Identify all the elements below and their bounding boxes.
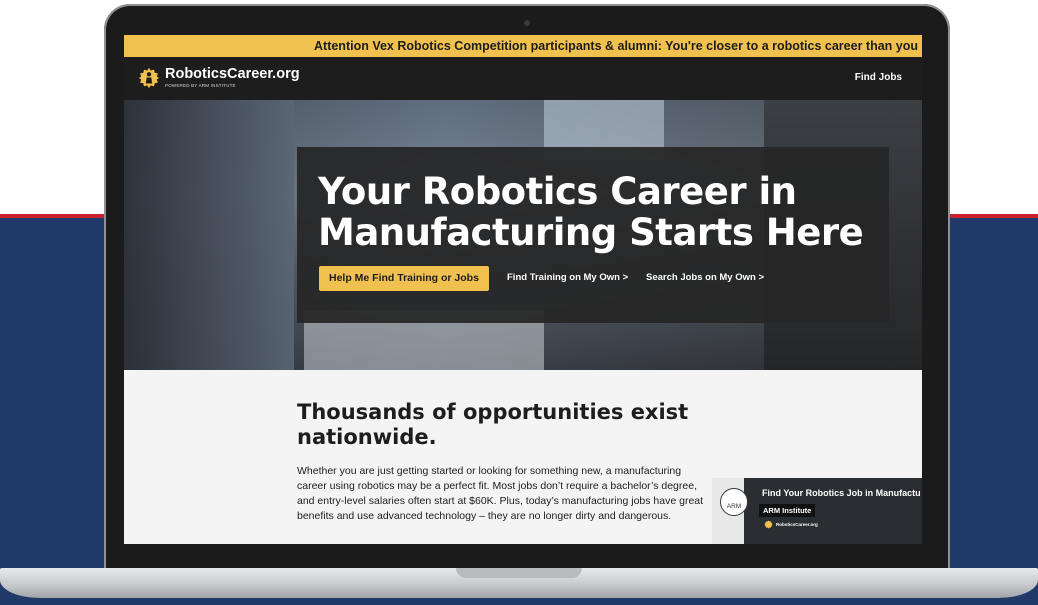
hero-title-line-1: Your Robotics Career in bbox=[318, 170, 797, 213]
video-channel[interactable]: ARM Institute bbox=[759, 504, 816, 517]
video-title[interactable]: Find Your Robotics Job in Manufactu bbox=[762, 488, 921, 498]
section-paragraph: Whether you are just getting started or … bbox=[297, 465, 704, 522]
section-heading: Thousands of opportunities exist nationw… bbox=[297, 400, 689, 449]
site-logo[interactable]: RoboticsCareer.org POWERED BY ARM INSTIT… bbox=[138, 67, 300, 89]
brand-tagline: POWERED BY ARM INSTITUTE bbox=[165, 83, 236, 88]
video-thumb-brand-name: RoboticsCareer.org bbox=[776, 522, 818, 527]
intro-section: Thousands of opportunities exist nationw… bbox=[124, 370, 922, 544]
brand-name: RoboticsCareer.org bbox=[165, 66, 300, 82]
gear-person-icon bbox=[138, 67, 160, 89]
laptop-screen: Attention Vex Robotics Competition parti… bbox=[124, 35, 922, 544]
arm-badge-label: ARM bbox=[726, 503, 742, 510]
hero-title: Your Robotics Career in Manufacturing St… bbox=[318, 170, 864, 254]
search-jobs-link[interactable]: Search Jobs on My Own > bbox=[646, 272, 764, 283]
video-thumb-brand: RoboticsCareer.org bbox=[764, 520, 818, 529]
find-training-or-jobs-button[interactable]: Help Me Find Training or Jobs bbox=[319, 266, 489, 291]
gear-person-icon bbox=[764, 520, 773, 529]
hero-title-line-2: Manufacturing Starts Here bbox=[318, 211, 864, 254]
laptop-notch bbox=[456, 568, 582, 578]
arm-logo-icon: ARM bbox=[720, 488, 748, 516]
hero-photo-shade bbox=[124, 100, 294, 370]
nav-find-jobs[interactable]: Find Jobs bbox=[855, 72, 902, 83]
announcement-banner[interactable]: Attention Vex Robotics Competition parti… bbox=[124, 35, 922, 57]
video-embed[interactable]: ARM Find Your Robotics Job in Manufactu … bbox=[712, 478, 922, 544]
camera-icon bbox=[524, 20, 530, 26]
top-nav: RoboticsCareer.org POWERED BY ARM INSTIT… bbox=[124, 57, 922, 100]
find-training-link[interactable]: Find Training on My Own > bbox=[507, 272, 628, 283]
hero-card: Your Robotics Career in Manufacturing St… bbox=[297, 147, 889, 323]
hero-section: Your Robotics Career in Manufacturing St… bbox=[124, 100, 922, 370]
